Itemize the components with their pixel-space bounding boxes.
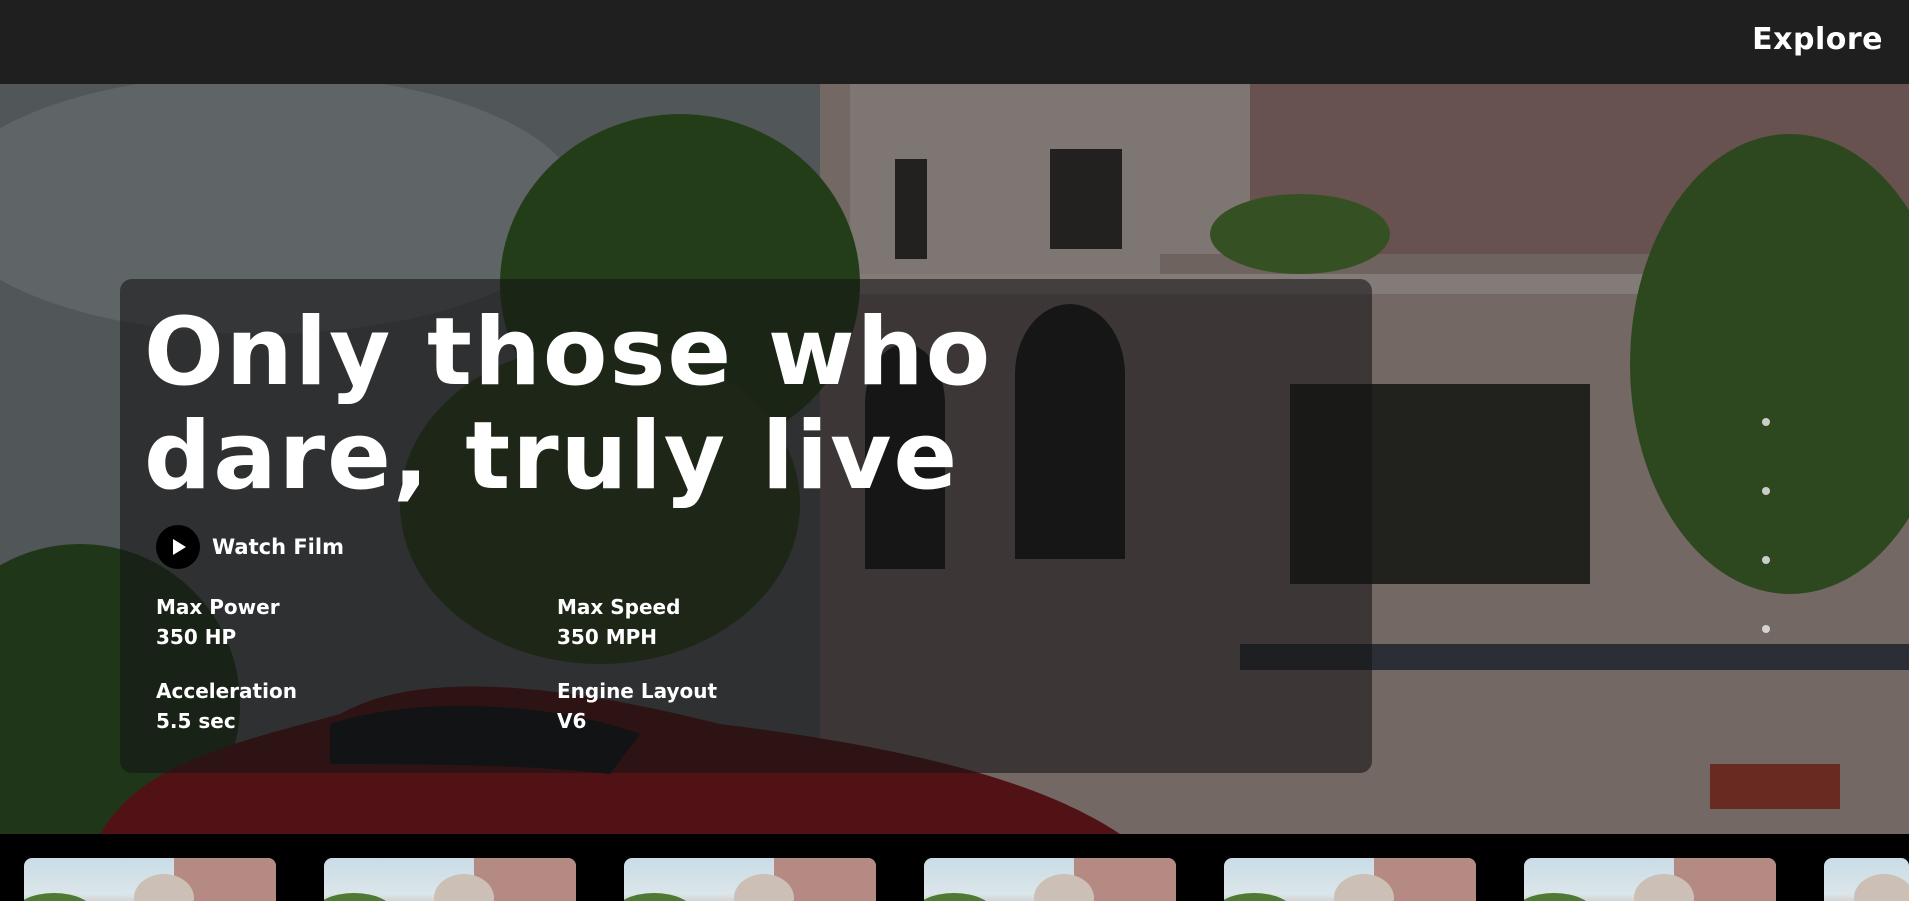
thumbnail-image	[324, 858, 576, 901]
spec-engine-layout: Engine Layout V6	[557, 676, 717, 736]
slide-dot-1[interactable]	[1762, 418, 1770, 426]
thumbnail-2[interactable]	[324, 858, 576, 901]
slide-dot-3[interactable]	[1762, 556, 1770, 564]
thumbnail-image	[624, 858, 876, 901]
spec-value: 350 HP	[156, 625, 237, 649]
top-bar: Explore	[0, 0, 1909, 84]
hero-section: Only those who dare, truly live Watch Fi…	[0, 84, 1909, 834]
thumbnail-image	[924, 858, 1176, 901]
watch-film-label: Watch Film	[212, 535, 344, 559]
thumbnail-4[interactable]	[924, 858, 1176, 901]
thumbnail-image	[1854, 874, 1909, 901]
thumbnail-image	[1524, 858, 1776, 901]
hero-headline: Only those who dare, truly live	[144, 301, 1144, 509]
spec-acceleration: Acceleration 5.5 sec	[156, 676, 297, 736]
spec-label: Max Power	[156, 595, 280, 619]
spec-label: Acceleration	[156, 679, 297, 703]
slide-indicator	[1762, 418, 1770, 694]
thumbnail-image	[1224, 858, 1476, 901]
thumbnail-7[interactable]	[1824, 858, 1909, 901]
spec-max-power: Max Power 350 HP	[156, 592, 280, 652]
spec-value: 5.5 sec	[156, 709, 236, 733]
thumbnail-6[interactable]	[1524, 858, 1776, 901]
slide-dot-4[interactable]	[1762, 625, 1770, 633]
headline-line-2: dare, truly live	[144, 402, 960, 511]
thumbnail-3[interactable]	[624, 858, 876, 901]
thumbnail-image	[24, 858, 276, 901]
slide-dot-2[interactable]	[1762, 487, 1770, 495]
headline-line-1: Only those who	[144, 298, 993, 407]
spec-label: Engine Layout	[557, 679, 718, 703]
play-icon[interactable]	[156, 525, 200, 569]
explore-link[interactable]: Explore	[1752, 22, 1883, 57]
watch-film-button[interactable]: Watch Film	[156, 525, 344, 569]
thumbnail-1[interactable]	[24, 858, 276, 901]
hero-info-card: Only those who dare, truly live Watch Fi…	[120, 279, 1372, 773]
thumbnail-strip	[0, 834, 1909, 901]
thumbnail-5[interactable]	[1224, 858, 1476, 901]
spec-value: V6	[557, 709, 587, 733]
spec-max-speed: Max Speed 350 MPH	[557, 592, 680, 652]
spec-label: Max Speed	[557, 595, 681, 619]
spec-value: 350 MPH	[557, 625, 658, 649]
